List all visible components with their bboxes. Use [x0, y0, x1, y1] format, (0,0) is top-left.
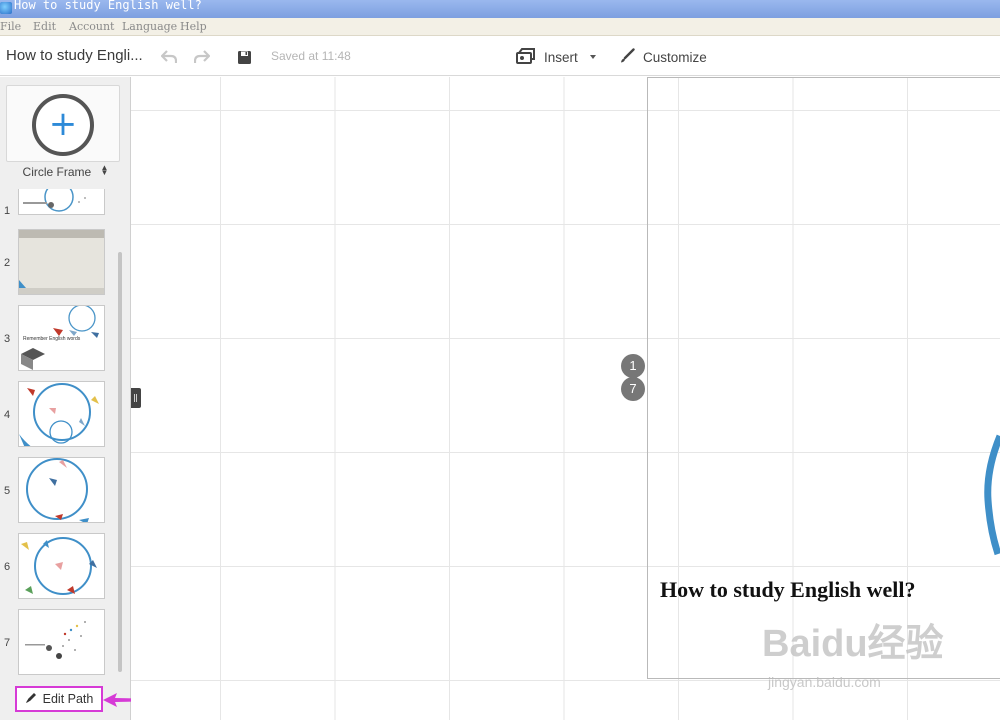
slide-number: 7	[4, 637, 11, 649]
insert-label: Insert	[544, 49, 578, 65]
slide-number: 6	[4, 561, 11, 573]
slide-thumbnail[interactable]: 1	[0, 189, 131, 221]
sidebar-collapse-handle[interactable]	[131, 388, 141, 408]
slide-thumbnail[interactable]: 6	[0, 533, 131, 605]
menu-help[interactable]: Help	[180, 20, 207, 33]
plus-icon: +	[48, 104, 78, 144]
app-globe-icon	[0, 2, 12, 14]
slide-3-thumb-text: Remember English words	[23, 336, 81, 342]
window-title: How to study English well?	[14, 0, 202, 12]
frame-type-label: Circle Frame	[22, 165, 92, 179]
slide-preview: Remember English words	[18, 305, 105, 371]
edit-path-label: Edit Path	[42, 692, 94, 706]
slide-sidebar: + Circle Frame ▲ ▼ 1 2 3 Remember Englis…	[0, 77, 131, 720]
menu-file[interactable]: File	[0, 20, 21, 33]
frame-type-select[interactable]: Circle Frame ▲ ▼	[0, 163, 131, 187]
slide-list-scrollbar[interactable]	[118, 252, 122, 672]
menu-edit[interactable]: Edit	[33, 20, 56, 33]
redo-icon[interactable]	[192, 47, 212, 67]
presentation-title[interactable]: How to study English well?	[660, 577, 916, 603]
slide-list: 1 2 3 Remember English words 4 5 6 7	[0, 189, 131, 679]
pencil-icon	[25, 692, 37, 707]
slide-preview	[18, 229, 105, 295]
slide-preview	[18, 609, 105, 675]
slide-thumbnail[interactable]: 4	[0, 381, 131, 453]
slide-thumbnail[interactable]: 5	[0, 457, 131, 529]
customize-label: Customize	[643, 49, 707, 65]
slide-number: 5	[4, 485, 11, 497]
app-toolbar: How to study Engli... Saved at 11:48 Ins…	[0, 37, 1000, 76]
brush-icon	[619, 47, 635, 67]
document-title[interactable]: How to study Engli...	[6, 47, 143, 64]
slide-preview	[18, 533, 105, 599]
customize-button[interactable]: Customize	[619, 46, 707, 68]
edit-path-button[interactable]: Edit Path	[15, 686, 103, 712]
circle-frame-arc	[984, 434, 1000, 556]
up-down-arrows-icon: ▲ ▼	[100, 163, 109, 177]
undo-icon[interactable]	[159, 47, 179, 67]
add-frame-button[interactable]: +	[6, 85, 120, 162]
insert-icon	[516, 47, 536, 67]
slide-thumbnail[interactable]: 7	[0, 609, 131, 679]
path-marker[interactable]: 1	[621, 354, 645, 378]
save-icon[interactable]	[234, 47, 254, 67]
insert-button[interactable]: Insert	[516, 46, 596, 68]
chevron-down-icon	[589, 55, 596, 59]
slide-number: 3	[4, 333, 11, 345]
slide-preview	[18, 189, 105, 215]
menu-account[interactable]: Account	[69, 20, 114, 33]
slide-preview	[18, 457, 105, 523]
menu-language[interactable]: Language	[122, 20, 177, 33]
slide-number: 4	[4, 409, 11, 421]
circle-frame-preview: +	[32, 94, 94, 156]
slide-number: 1	[4, 205, 11, 217]
menubar: File Edit Account Language Help	[0, 18, 1000, 36]
slide-thumbnail[interactable]: 3 Remember English words	[0, 305, 131, 377]
slide-number: 2	[4, 257, 11, 269]
path-marker[interactable]: 7	[621, 377, 645, 401]
window-titlebar: How to study English well?	[0, 0, 1000, 18]
saved-status: Saved at 11:48	[271, 49, 351, 63]
slide-thumbnail[interactable]: 2	[0, 229, 131, 301]
slide-preview	[18, 381, 105, 447]
